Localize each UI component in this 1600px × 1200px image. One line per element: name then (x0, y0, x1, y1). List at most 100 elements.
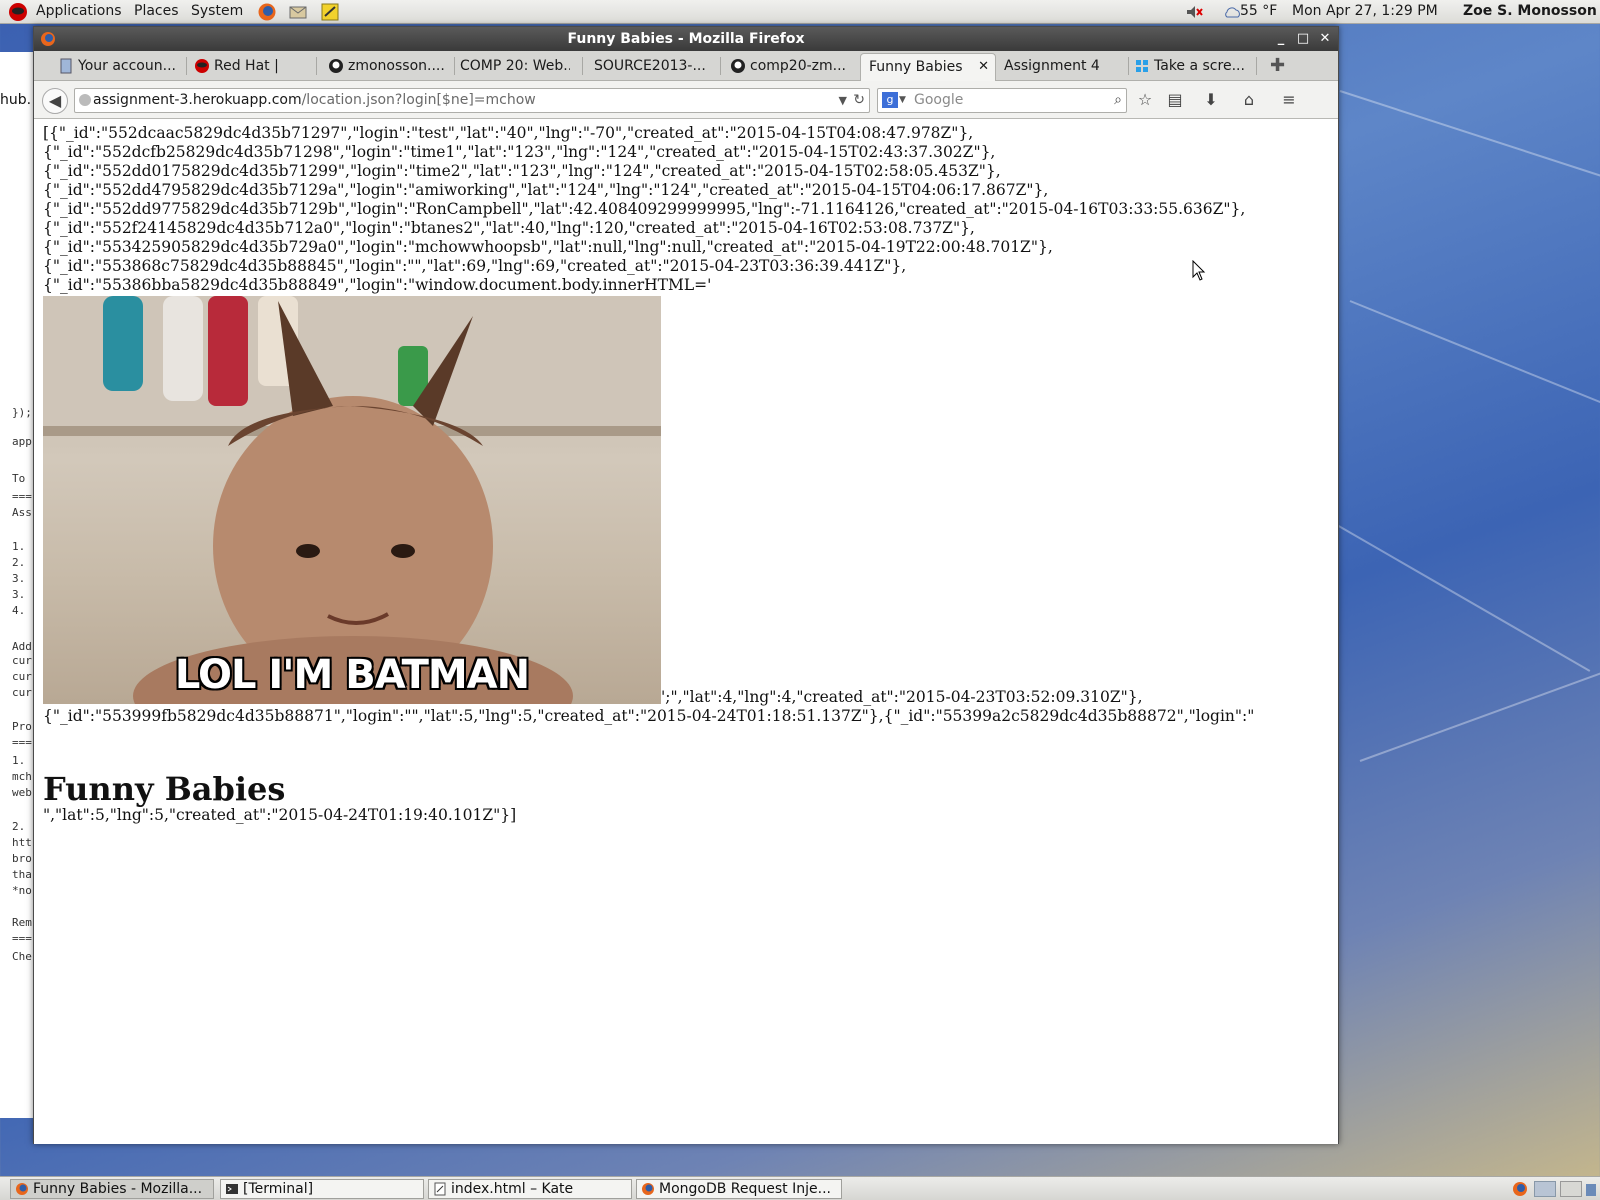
bookmark-star-icon[interactable]: ☆ (1134, 89, 1156, 111)
json-line: {"_id":"553425905829dc4d35b729a0","login… (43, 238, 1053, 256)
google-engine-icon[interactable]: g (882, 92, 898, 108)
reading-list-icon[interactable]: ▤ (1164, 89, 1186, 111)
background-code-line: === (12, 736, 32, 749)
background-code-line: === (12, 490, 32, 503)
task-firefox[interactable]: Funny Babies - Mozilla... (10, 1179, 214, 1199)
new-tab-button[interactable]: ✚ (1270, 55, 1285, 76)
json-tail-line: ","lat":5,"lng":5,"created_at":"2015-04-… (43, 806, 517, 824)
firefox-tray-icon[interactable] (1512, 1181, 1528, 1197)
firefox-launcher-icon[interactable] (257, 2, 277, 22)
download-icon[interactable]: ⬇ (1200, 89, 1222, 111)
close-window-button[interactable]: ✕ (1316, 30, 1334, 48)
firefox-icon (16, 1183, 28, 1195)
task-mongodb-article[interactable]: MongoDB Request Inje... (636, 1179, 842, 1199)
task-terminal[interactable]: [Terminal] (220, 1179, 424, 1199)
background-code-line: === (12, 932, 32, 945)
task-label: Funny Babies - Mozilla... (33, 1181, 203, 1197)
tab-zmonosson[interactable]: zmonosson.... (324, 53, 450, 81)
volume-muted-icon[interactable] (1184, 2, 1204, 22)
minimize-button[interactable]: _ (1272, 30, 1290, 48)
background-tab-fragment: hub. (0, 92, 32, 108)
meme-illustration (43, 296, 661, 704)
json-line: [{"_id":"552dcaac5829dc4d35b71297","logi… (43, 124, 974, 142)
tab-take-a-screenshot[interactable]: Take a scre... (1130, 53, 1254, 81)
background-code-line: To (12, 472, 26, 485)
url-dropdown-icon[interactable]: ▼ (839, 89, 847, 112)
menu-system[interactable]: System (191, 3, 243, 19)
task-label: [Terminal] (243, 1181, 314, 1197)
background-code-line: Pro (12, 720, 32, 733)
menu-places[interactable]: Places (134, 3, 179, 19)
hamburger-menu-icon[interactable]: ≡ (1278, 89, 1300, 111)
reload-icon[interactable]: ↻ (853, 89, 865, 112)
site-identity-icon[interactable] (79, 94, 91, 106)
meme-caption: LOL I'M BATMAN (174, 652, 530, 698)
text-editor-icon (434, 1182, 446, 1196)
background-code-line: 1. (12, 540, 26, 553)
window-title: Funny Babies - Mozilla Firefox (567, 31, 805, 47)
json-line: {"_id":"552dd0175829dc4d35b71299","login… (43, 162, 1001, 180)
background-code-line: 2. (12, 556, 26, 569)
firefox-icon (642, 1183, 654, 1195)
workspace-switcher-2[interactable] (1560, 1181, 1582, 1197)
task-label: MongoDB Request Inje... (659, 1181, 831, 1197)
maximize-button[interactable]: □ (1294, 30, 1312, 48)
top-panel: Applications Places System 55 °F Mon Apr… (0, 0, 1600, 24)
json-line: {"_id":"55386bba5829dc4d35b88849","login… (43, 276, 712, 294)
mail-launcher-icon[interactable] (288, 2, 308, 22)
json-line: {"_id":"552dcfb25829dc4d35b71298","login… (43, 143, 996, 161)
background-code-line: htt (12, 836, 32, 849)
tab-label: Assignment 4 (1004, 58, 1100, 74)
tab-label: COMP 20: Web... (460, 58, 570, 74)
page-heading: Funny Babies (43, 770, 286, 808)
notes-launcher-icon[interactable] (320, 2, 340, 22)
background-code-line: cur (12, 654, 32, 667)
search-placeholder: Google (914, 92, 964, 108)
engine-dropdown-icon[interactable]: ▼ (899, 89, 906, 112)
background-code-line: Ass (12, 506, 32, 519)
workspace-switcher-1[interactable] (1534, 1181, 1556, 1197)
terminal-icon (226, 1184, 238, 1194)
background-code-line: app (12, 435, 32, 448)
search-binoculars-icon[interactable]: ⌕ (1114, 89, 1122, 112)
tab-your-account[interactable]: Your accoun... (54, 53, 182, 81)
task-kate[interactable]: index.html – Kate (428, 1179, 632, 1199)
trash-icon[interactable] (1584, 1181, 1598, 1197)
background-code-line: 1. (12, 754, 26, 767)
back-button[interactable]: ◀ (42, 88, 68, 114)
url-bar[interactable]: assignment-3.herokuapp.com/location.json… (74, 88, 870, 113)
background-code-line: 3. (12, 588, 26, 601)
window-titlebar[interactable]: Funny Babies - Mozilla Firefox _ □ ✕ (34, 27, 1338, 51)
page-content: [{"_id":"552dcaac5829dc4d35b71297","logi… (34, 120, 1338, 1144)
json-line: {"_id":"553868c75829dc4d35b88845","login… (43, 257, 907, 275)
close-tab-icon[interactable]: ✕ (978, 54, 989, 80)
tab-label: SOURCE2013-... (594, 58, 706, 74)
background-code-line: 3. (12, 572, 26, 585)
task-label: index.html – Kate (451, 1181, 574, 1197)
tab-funny-babies[interactable]: Funny Babies ✕ (860, 53, 996, 81)
weather-cloud-icon (1225, 7, 1240, 18)
user-name[interactable]: Zoe S. Monosson (1463, 3, 1597, 19)
search-bar[interactable]: g ▼ Google ⌕ (877, 88, 1127, 113)
tab-separator (1256, 57, 1257, 75)
weather-temperature[interactable]: 55 °F (1240, 3, 1277, 19)
clock[interactable]: Mon Apr 27, 1:29 PM (1292, 3, 1438, 19)
tab-separator (1128, 57, 1129, 75)
menu-applications[interactable]: Applications (36, 3, 122, 19)
tab-assignment-4[interactable]: Assignment 4 (996, 53, 1126, 81)
background-code-line: 2. (12, 820, 26, 833)
tab-comp20-zm[interactable]: comp20-zm... (726, 53, 858, 81)
tab-source2013[interactable]: SOURCE2013-... (570, 53, 710, 81)
mouse-cursor-icon (1192, 260, 1206, 281)
background-code-line: 4. (12, 604, 26, 617)
background-code-line: }); (12, 406, 32, 419)
background-code-line: Che (12, 950, 32, 963)
tab-label: zmonosson.... (348, 58, 445, 74)
home-icon[interactable]: ⌂ (1238, 89, 1260, 111)
redhat-logo-icon[interactable] (8, 2, 28, 22)
tab-comp20-web[interactable]: COMP 20: Web... (436, 53, 570, 81)
background-code-line: *no (12, 884, 32, 897)
background-code-line: tha (12, 868, 32, 881)
tab-red-hat[interactable]: Red Hat | (190, 53, 310, 81)
tab-label: comp20-zm... (750, 58, 846, 74)
